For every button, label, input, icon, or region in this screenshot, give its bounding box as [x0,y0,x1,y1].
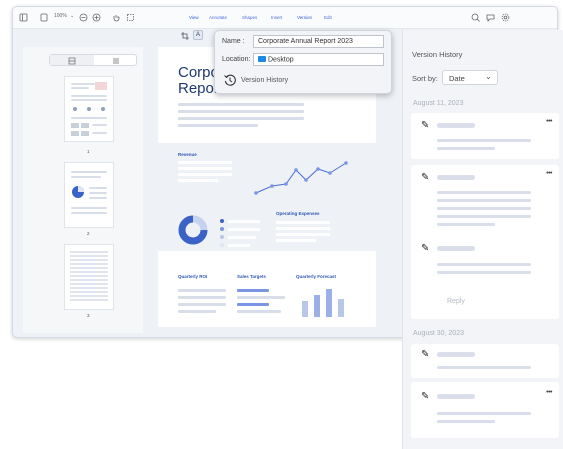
location-label: Location: [222,56,251,63]
zoom-dropdown-icon[interactable]: ⌄ [70,13,74,19]
page-number-3: 3 [87,313,90,318]
list-view-icon[interactable] [112,57,120,65]
group-date: August 30, 2023 [413,330,464,337]
tab-shapes[interactable]: Shapes [242,15,257,20]
folder-icon [258,56,266,62]
version-card[interactable]: ✎ ••• [411,382,559,438]
version-card[interactable]: ✎ ••• [411,113,559,159]
settings-icon[interactable] [501,13,510,22]
page-thumbnail-1[interactable] [65,77,113,141]
zoom-out-icon[interactable] [79,13,88,22]
thumbnail-view-icon[interactable] [68,57,76,65]
tab-edit[interactable]: Edit [324,15,332,20]
zoom-level[interactable]: 100% [54,13,67,19]
crop-icon[interactable] [181,32,189,40]
tab-annotate[interactable]: Annotate [209,15,227,20]
group-date: August 11, 2023 [413,100,464,107]
forecast-label: Quarterly Forecast [296,274,337,279]
page-thumbnail-2[interactable] [65,163,113,227]
select-icon[interactable] [126,13,135,22]
pencil-icon: ✎ [421,243,430,254]
more-options-icon[interactable]: ••• [546,170,552,177]
more-options-icon[interactable]: ••• [546,389,552,396]
panel-title: Version History [412,50,463,59]
pencil-icon: ✎ [421,172,430,183]
comment-icon[interactable] [486,13,495,22]
location-field[interactable]: Desktop [253,53,384,66]
pencil-icon: ✎ [421,349,430,360]
page-number-1: 1 [87,149,90,154]
tab-version[interactable]: Version [297,15,312,20]
search-icon[interactable] [471,13,480,22]
version-history-panel: Version History Sort by: Date ⌄ August 1… [402,30,563,449]
sidebar-toggle-icon[interactable] [19,13,28,22]
revenue-label: Revenue [178,152,197,157]
version-card[interactable]: ✎ ••• ✎ Reply [411,165,559,319]
tab-insert[interactable]: Insert [271,15,282,20]
tab-view[interactable]: View [189,15,199,20]
zoom-in-icon[interactable] [92,13,101,22]
pencil-icon: ✎ [421,120,430,131]
name-label: Name : [222,38,245,45]
version-history-link[interactable]: Version History [241,77,288,84]
pencil-icon: ✎ [421,391,430,402]
name-field[interactable]: Corporate Annual Report 2023 [253,35,384,48]
reply-button[interactable]: Reply [447,298,465,305]
targets-label: Sales Targets [237,274,266,279]
page-thumbnail-3[interactable] [65,245,113,309]
roi-label: Quarterly ROI [178,274,208,279]
version-card[interactable]: ✎ [411,344,559,378]
history-icon[interactable] [223,73,237,87]
revenue-line-chart [254,161,348,195]
sort-label: Sort by: [412,74,438,83]
pan-hand-icon[interactable] [112,13,121,22]
chevron-down-icon: ⌄ [485,72,492,81]
thumbnail-sidebar: 1 2 3 [23,47,143,333]
sidebar-view-switch [49,54,137,66]
location-value: Desktop [267,56,294,64]
save-version-popup: Name : Corporate Annual Report 2023 Loca… [214,30,392,94]
more-options-icon[interactable]: ••• [546,118,552,125]
opex-label: Operating Expenses [276,211,320,216]
text-tool-icon[interactable]: A [193,30,203,40]
expenses-donut-chart [178,215,208,245]
forecast-bar-chart [302,289,344,317]
top-toolbar: 100% ⌄ View Annotate Shapes Insert Versi… [13,7,557,29]
page-number-2: 2 [87,231,90,236]
sort-select[interactable]: Date ⌄ [442,70,498,85]
page-icon[interactable] [40,13,48,22]
